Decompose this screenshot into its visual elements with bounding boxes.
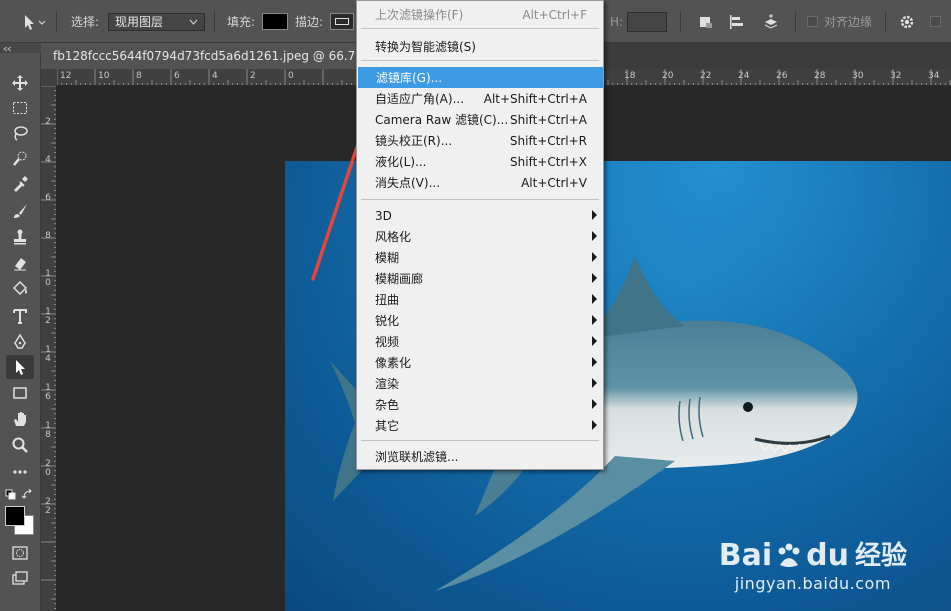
menu-item-label: 模糊: [375, 251, 400, 265]
menu-item-label: 渲染: [375, 377, 400, 391]
menu-item-vanishing-point[interactable]: 消失点(V)... Alt+Ctrl+V: [357, 172, 603, 193]
submenu-arrow-icon: [592, 315, 597, 325]
menu-item-shortcut: Shift+Ctrl+R: [509, 134, 587, 148]
menu-item-video[interactable]: 视频: [357, 331, 603, 352]
menu-item-last-filter[interactable]: 上次滤镜操作(F) Alt+Ctrl+F: [357, 4, 603, 25]
menu-item-label: 模糊画廊: [375, 272, 424, 286]
menu-item-label: 风格化: [375, 230, 412, 244]
menu-item-label: 像素化: [375, 356, 412, 370]
menu-item-label: 液化(L)...: [375, 155, 427, 169]
menu-separator: [361, 440, 599, 441]
menu-item-3d[interactable]: 3D: [357, 205, 603, 226]
menu-item-filter-gallery[interactable]: 滤镜库(G)...: [358, 67, 603, 88]
menu-item-shortcut: Alt+Ctrl+F: [522, 8, 587, 22]
menu-item-label: Camera Raw 滤镜(C)...: [375, 113, 509, 127]
menu-item-label: 滤镜库(G)...: [376, 71, 443, 85]
menu-item-label: 扭曲: [375, 293, 400, 307]
menu-item-shortcut: Shift+Ctrl+X: [510, 155, 587, 169]
submenu-arrow-icon: [592, 210, 597, 220]
filter-menu: 上次滤镜操作(F) Alt+Ctrl+F 转换为智能滤镜(S) 滤镜库(G)..…: [356, 0, 604, 470]
menu-item-distort[interactable]: 扭曲: [357, 289, 603, 310]
menu-item-blur[interactable]: 模糊: [357, 247, 603, 268]
menu-item-label: 消失点(V)...: [375, 176, 441, 190]
menu-item-render[interactable]: 渲染: [357, 373, 603, 394]
menu-item-adaptive-wide-angle[interactable]: 自适应广角(A)... Alt+Shift+Ctrl+A: [357, 88, 603, 109]
submenu-arrow-icon: [592, 294, 597, 304]
menu-item-label: 转换为智能滤镜(S): [375, 40, 476, 54]
menu-item-other[interactable]: 其它: [357, 415, 603, 436]
menu-item-label: 视频: [375, 335, 400, 349]
submenu-arrow-icon: [592, 357, 597, 367]
menu-item-browse-filters-online[interactable]: 浏览联机滤镜...: [357, 446, 603, 467]
menu-item-label: 3D: [375, 208, 392, 223]
menu-item-pixelate[interactable]: 像素化: [357, 352, 603, 373]
menu-separator: [361, 60, 599, 61]
submenu-arrow-icon: [592, 420, 597, 430]
submenu-arrow-icon: [592, 399, 597, 409]
submenu-arrow-icon: [592, 231, 597, 241]
menu-item-label: 上次滤镜操作(F): [375, 8, 464, 22]
menu-item-shortcut: Alt+Shift+Ctrl+A: [483, 92, 587, 106]
menu-item-label: 浏览联机滤镜...: [375, 450, 459, 464]
menu-item-label: 自适应广角(A)...: [375, 92, 465, 106]
menu-item-blur-gallery[interactable]: 模糊画廊: [357, 268, 603, 289]
menu-item-convert-smart-filters[interactable]: 转换为智能滤镜(S): [357, 36, 603, 57]
submenu-arrow-icon: [592, 273, 597, 283]
menu-item-liquify[interactable]: 液化(L)... Shift+Ctrl+X: [357, 151, 603, 172]
menu-separator: [361, 199, 599, 200]
menu-item-stylize[interactable]: 风格化: [357, 226, 603, 247]
menu-item-label: 其它: [375, 419, 400, 433]
menu-separator: [361, 28, 599, 29]
menu-item-shortcut: Alt+Ctrl+V: [521, 176, 587, 190]
menu-item-label: 镜头校正(R)...: [375, 134, 453, 148]
menu-item-camera-raw[interactable]: Camera Raw 滤镜(C)... Shift+Ctrl+A: [357, 109, 603, 130]
menu-item-sharpen[interactable]: 锐化: [357, 310, 603, 331]
menu-item-label: 锐化: [375, 314, 400, 328]
menu-item-lens-correction[interactable]: 镜头校正(R)... Shift+Ctrl+R: [357, 130, 603, 151]
menu-item-label: 杂色: [375, 398, 400, 412]
menu-item-shortcut: Shift+Ctrl+A: [510, 113, 587, 127]
submenu-arrow-icon: [592, 252, 597, 262]
submenu-arrow-icon: [592, 378, 597, 388]
submenu-arrow-icon: [592, 336, 597, 346]
menu-item-noise[interactable]: 杂色: [357, 394, 603, 415]
photoshop-window: 选择: 现用图层 填充: 描边: H: 对齐边缘 fb128fccc5644f0…: [0, 0, 951, 611]
